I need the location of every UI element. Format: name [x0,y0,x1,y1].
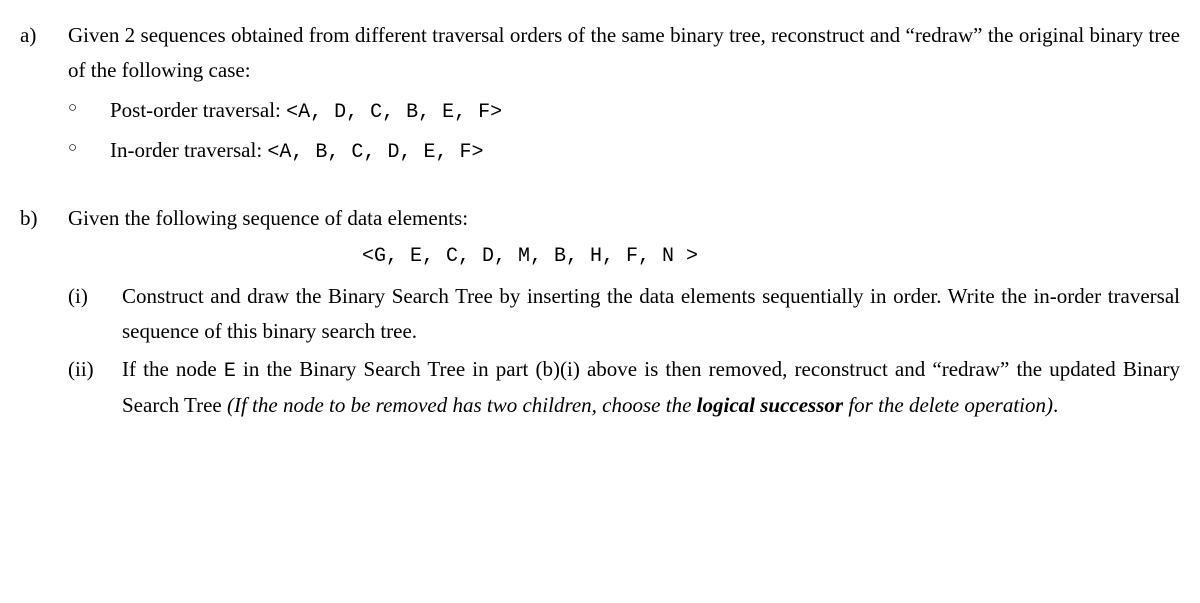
question-b-intro: Given the following sequence of data ele… [68,201,1180,236]
bullet-prefix-1: In-order traversal: [110,138,267,162]
part-ii: (ii) If the node E in the Binary Search … [20,352,1180,423]
part-ii-seg1: If the node [122,357,224,381]
bullet-seq-1: <A, B, C, D, E, F> [267,141,483,164]
part-ii-ital2: for the delete operation) [843,393,1053,417]
question-a-label: a) [20,18,68,53]
part-i-text: Construct and draw the Binary Search Tre… [122,279,1180,348]
qa-text-line1: Given 2 sequences obtained from differen… [68,23,900,47]
part-ii-label: (ii) [68,352,122,387]
question-a: a) Given 2 sequences obtained from diffe… [20,18,1180,169]
part-i-label: (i) [68,279,122,314]
bullet-marker-icon: ○ [68,93,110,121]
question-b: b) Given the following sequence of data … [20,201,1180,423]
bullet-marker-icon: ○ [68,133,110,161]
part-i: (i) Construct and draw the Binary Search… [20,279,1180,348]
question-a-header: a) Given 2 sequences obtained from diffe… [20,18,1180,87]
part-ii-ital1: (If the node to be removed has two child… [227,393,697,417]
part-ii-code: E [224,360,236,383]
question-a-bullets: ○ Post-order traversal: <A, D, C, B, E, … [20,93,1180,169]
bullet-seq-0: <A, D, C, B, E, F> [286,101,502,124]
part-ii-text: If the node E in the Binary Search Tree … [122,352,1180,423]
part-ii-period: . [1053,393,1058,417]
question-b-header: b) Given the following sequence of data … [20,201,1180,236]
question-b-label: b) [20,201,68,236]
question-b-sequence: <G, E, C, D, M, B, H, F, N > [20,240,1180,273]
bullet-inorder: ○ In-order traversal: <A, B, C, D, E, F> [20,133,1180,169]
part-ii-boldital: logical successor [697,393,843,417]
question-a-text: Given 2 sequences obtained from differen… [68,18,1180,87]
bullet-postorder: ○ Post-order traversal: <A, D, C, B, E, … [20,93,1180,129]
bullet-prefix-0: Post-order traversal: [110,98,286,122]
